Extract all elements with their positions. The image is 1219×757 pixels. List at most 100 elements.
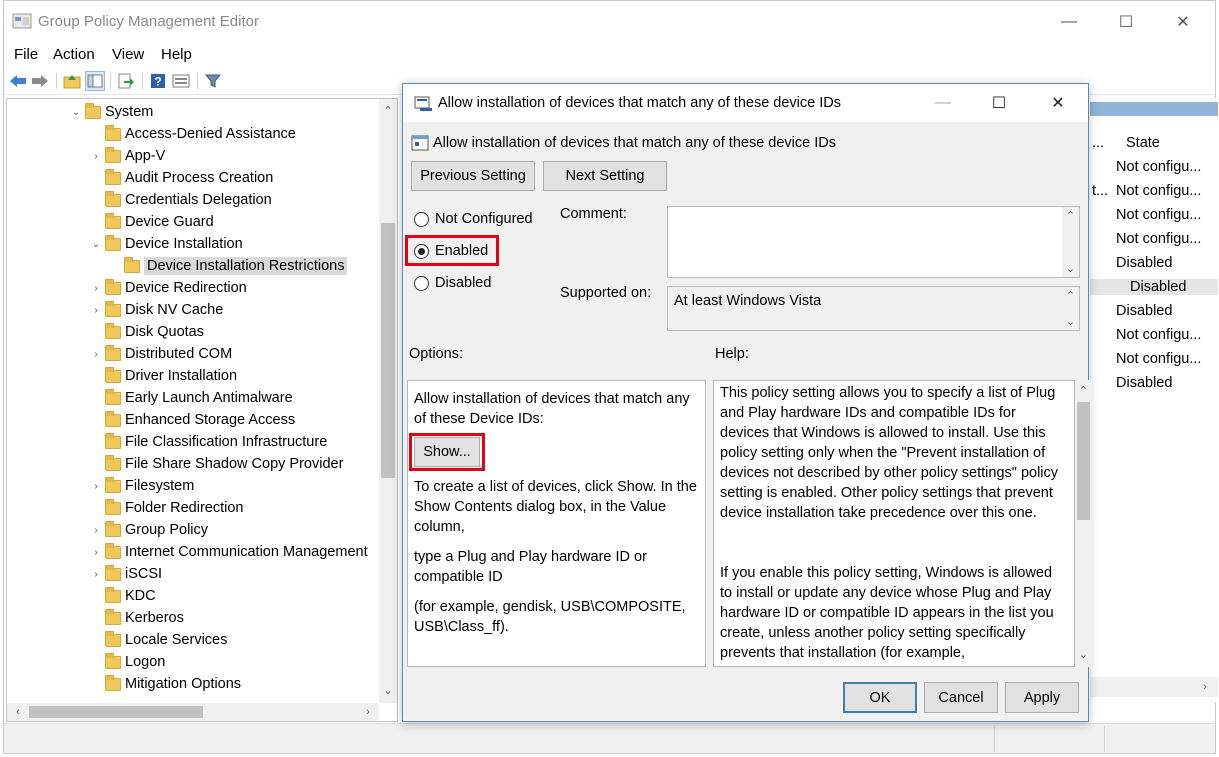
scroll-up-icon[interactable]: ⌃	[1075, 382, 1092, 398]
tree-item[interactable]: File Classification Infrastructure	[89, 431, 327, 453]
scroll-right-icon[interactable]: ›	[359, 703, 377, 721]
tree-item[interactable]: Access-Denied Assistance	[89, 123, 296, 145]
chevron-right-icon[interactable]: ›	[89, 145, 103, 167]
scroll-right-icon[interactable]: ›	[1196, 677, 1214, 697]
state-cell[interactable]: Not configu...	[1116, 159, 1201, 175]
filter-icon[interactable]	[203, 71, 223, 91]
tree-item[interactable]: Credentials Delegation	[89, 189, 272, 211]
state-cell[interactable]: Not configu...	[1116, 231, 1201, 247]
close-button[interactable]: ✕	[1154, 1, 1212, 43]
dialog-minimize-button[interactable]: —	[915, 84, 971, 122]
tree-item[interactable]: Driver Installation	[89, 365, 237, 387]
tree-item[interactable]: Enhanced Storage Access	[89, 409, 295, 431]
state-column-header[interactable]: State	[1126, 135, 1160, 151]
help-scrollbar[interactable]: ⌃ ⌄	[1075, 380, 1092, 667]
cancel-button[interactable]: Cancel	[924, 682, 998, 713]
tree-item[interactable]: Device Installation Restrictions	[108, 255, 348, 277]
previous-setting-button[interactable]: Previous Setting	[411, 161, 535, 191]
tree-scroll-thumb[interactable]	[381, 223, 395, 478]
tree-item[interactable]: ⌄ Device Installation	[89, 233, 243, 255]
tree-item[interactable]: Early Launch Antimalware	[89, 387, 293, 409]
tree-item[interactable]: Audit Process Creation	[89, 167, 273, 189]
tree-item[interactable]: › App-V	[89, 145, 165, 167]
truncated-name-fragment: t...	[1092, 183, 1109, 199]
folder-icon	[105, 300, 121, 317]
scroll-down-icon[interactable]: ⌄	[1062, 314, 1079, 328]
ok-button[interactable]: OK	[843, 682, 917, 713]
back-icon[interactable]	[8, 71, 28, 91]
tree-item[interactable]: Folder Redirection	[89, 497, 243, 519]
tree-item[interactable]: Kerberos	[89, 607, 184, 629]
help-scroll-thumb[interactable]	[1077, 402, 1090, 520]
state-cell[interactable]: Not configu...	[1116, 207, 1201, 223]
dialog-close-button[interactable]: ✕	[1030, 84, 1086, 122]
tree-item[interactable]: Locale Services	[89, 629, 227, 651]
minimize-button[interactable]: —	[1040, 1, 1098, 43]
help-icon[interactable]: ?	[148, 71, 168, 91]
show-hide-tree-icon[interactable]	[85, 71, 105, 91]
tree-item[interactable]: Disk Quotas	[89, 321, 204, 343]
tree-item[interactable]: › Device Redirection	[89, 277, 247, 299]
tree-item[interactable]: KDC	[89, 585, 156, 607]
chevron-right-icon[interactable]: ›	[89, 563, 103, 585]
chevron-right-icon[interactable]: ›	[89, 541, 103, 563]
menu-action[interactable]: Action	[53, 46, 95, 63]
forward-icon[interactable]	[30, 71, 50, 91]
scroll-up-icon[interactable]: ⌃	[1062, 288, 1079, 302]
tree-item-label: Early Launch Antimalware	[125, 390, 293, 406]
tree-item[interactable]: › Distributed COM	[89, 343, 232, 365]
menu-view[interactable]: View	[112, 46, 144, 63]
radio-button-icon[interactable]	[414, 275, 429, 291]
state-cell[interactable]: Disabled	[1116, 303, 1172, 319]
radio-not-configured[interactable]: Not Configured	[414, 211, 533, 227]
tree-item[interactable]: ⌄ System	[69, 101, 153, 123]
chevron-down-icon[interactable]: ⌄	[69, 101, 83, 123]
menu-file[interactable]: File	[14, 46, 38, 63]
next-setting-button[interactable]: Next Setting	[543, 161, 667, 191]
tree-item[interactable]: Logon	[89, 651, 165, 673]
scroll-up-icon[interactable]: ⌃	[379, 101, 397, 119]
radio-disabled[interactable]: Disabled	[414, 275, 491, 291]
state-cell[interactable]: Disabled	[1116, 255, 1172, 271]
tree-item-label: App-V	[125, 148, 166, 164]
tree-item[interactable]: Mitigation Options	[89, 673, 241, 695]
comment-input[interactable]: ⌃ ⌄	[667, 206, 1080, 278]
scroll-down-icon[interactable]: ⌄	[1075, 646, 1092, 662]
state-cell[interactable]: Disabled	[1090, 279, 1218, 295]
folder-icon	[105, 476, 121, 493]
state-cell[interactable]: Not configu...	[1116, 327, 1201, 343]
tree-item-label: KDC	[125, 588, 156, 604]
tree-item[interactable]: › Disk NV Cache	[89, 299, 223, 321]
chevron-right-icon[interactable]: ›	[89, 299, 103, 321]
chevron-right-icon[interactable]: ›	[89, 475, 103, 497]
state-cell[interactable]: Disabled	[1116, 375, 1172, 391]
scroll-down-icon[interactable]: ⌄	[379, 681, 397, 699]
tree-item[interactable]: › Internet Communication Management	[89, 541, 368, 563]
up-folder-icon[interactable]	[62, 71, 82, 91]
folder-icon	[105, 454, 121, 471]
state-cell[interactable]: Not configu...	[1116, 183, 1201, 199]
scroll-down-icon[interactable]: ⌄	[1062, 261, 1079, 275]
tree-item[interactable]: Device Guard	[89, 211, 214, 233]
chevron-right-icon[interactable]: ›	[89, 343, 103, 365]
scroll-left-icon[interactable]: ‹	[9, 703, 27, 721]
apply-button[interactable]: Apply	[1005, 682, 1079, 713]
chevron-right-icon[interactable]: ›	[89, 277, 103, 299]
properties-icon[interactable]	[171, 71, 191, 91]
tree-item[interactable]: › iSCSI	[89, 563, 162, 585]
list-horizontal-scrollbar[interactable]: ›	[1090, 677, 1218, 697]
tree-hscroll-thumb[interactable]	[29, 706, 203, 718]
tree-item-label: File Classification Infrastructure	[125, 434, 328, 450]
tree-item[interactable]: File Share Shadow Copy Provider	[89, 453, 343, 475]
state-cell[interactable]: Not configu...	[1116, 351, 1201, 367]
chevron-right-icon[interactable]: ›	[89, 519, 103, 541]
tree-item[interactable]: › Group Policy	[89, 519, 208, 541]
maximize-button[interactable]: ☐	[1097, 1, 1155, 43]
radio-button-icon[interactable]	[414, 211, 429, 227]
chevron-down-icon[interactable]: ⌄	[89, 233, 103, 255]
export-icon[interactable]	[116, 71, 136, 91]
scroll-up-icon[interactable]: ⌃	[1062, 208, 1079, 222]
dialog-maximize-button[interactable]: ☐	[971, 84, 1027, 122]
menu-help[interactable]: Help	[161, 46, 192, 63]
tree-item[interactable]: › Filesystem	[89, 475, 194, 497]
